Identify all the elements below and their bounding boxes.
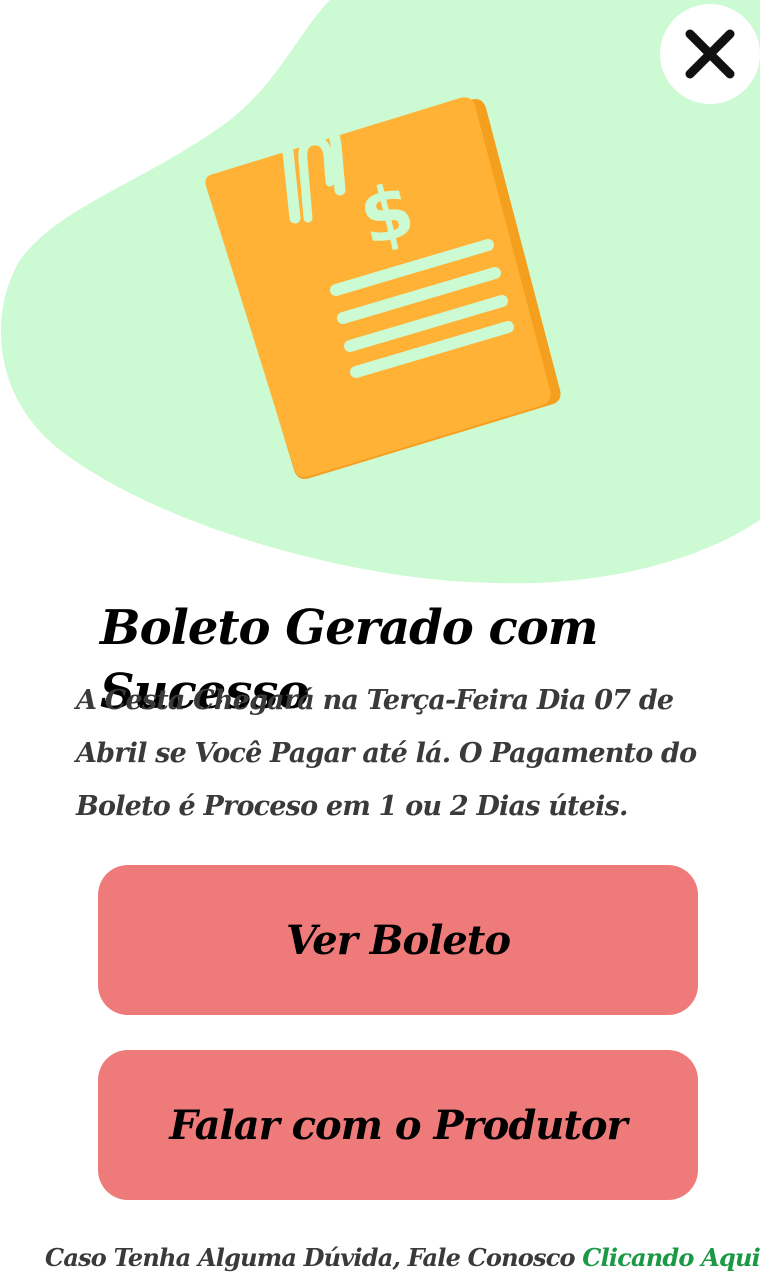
talk-to-producer-button[interactable]: Falar com o Produtor <box>98 1050 698 1200</box>
help-link[interactable]: Clicando Aqui <box>582 1243 760 1272</box>
help-footer: Caso Tenha Alguma Dúvida, Fale Conosco C… <box>0 1238 760 1278</box>
close-icon <box>685 29 735 79</box>
delivery-description: A Cesta Chegará na Terça-Feira Dia 07 de… <box>76 685 697 822</box>
view-boleto-button[interactable]: Ver Boleto <box>98 865 698 1015</box>
help-text: Caso Tenha Alguma Dúvida, Fale Conosco <box>45 1243 583 1272</box>
invoice-document-icon: $ <box>205 97 561 479</box>
close-button[interactable] <box>660 4 760 104</box>
